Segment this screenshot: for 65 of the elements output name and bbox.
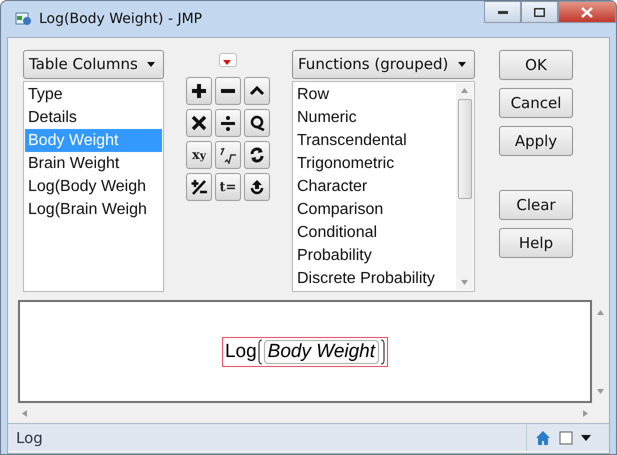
- dropdown-icon[interactable]: [581, 434, 591, 442]
- column-item[interactable]: Log(Brain Weigh: [25, 198, 162, 221]
- function-item[interactable]: Comparison: [294, 198, 456, 221]
- plusminus-button[interactable]: [186, 173, 212, 201]
- close-icon: [581, 6, 593, 18]
- cycle-icon: [250, 148, 264, 162]
- window-title: Log(Body Weight) - JMP: [39, 11, 202, 27]
- loop-button[interactable]: [244, 109, 270, 137]
- function-item[interactable]: Conditional: [294, 220, 456, 244]
- caret-icon: [147, 62, 155, 67]
- app-icon: [15, 11, 33, 27]
- dialog-button[interactable]: Cancel: [499, 88, 573, 118]
- minimize-button[interactable]: [484, 1, 521, 23]
- status-text: Log: [16, 428, 44, 446]
- caret-button[interactable]: [244, 77, 270, 105]
- dialog-button[interactable]: Help: [499, 228, 573, 258]
- cycle-button[interactable]: [244, 141, 270, 169]
- column-item[interactable]: Details: [25, 106, 162, 129]
- divide-icon: [221, 116, 235, 131]
- minus-button[interactable]: [215, 77, 241, 105]
- function-name: Log: [224, 340, 257, 362]
- minus-icon: [221, 89, 235, 93]
- scrollbar[interactable]: [456, 82, 473, 290]
- minimize-icon: [498, 10, 508, 14]
- root-button[interactable]: [215, 141, 241, 169]
- times-button[interactable]: [186, 109, 212, 137]
- function-item[interactable]: Trigonometric: [294, 152, 456, 175]
- function-item[interactable]: Character: [294, 174, 456, 198]
- menu-button[interactable]: [219, 53, 237, 67]
- scroll-arrow-icon[interactable]: [461, 88, 468, 94]
- dialog-button[interactable]: Apply: [499, 126, 573, 156]
- bracket-icon: [380, 338, 386, 364]
- checkbox-icon[interactable]: [559, 430, 573, 444]
- column-item[interactable]: Type: [25, 82, 162, 106]
- home-icon[interactable]: [535, 430, 551, 446]
- root-icon: [220, 147, 237, 164]
- function-item[interactable]: Discrete Probability: [294, 266, 456, 290]
- function-item[interactable]: Transcendental: [294, 128, 456, 152]
- columns-dropdown[interactable]: Table Columns: [23, 50, 164, 79]
- argument-field[interactable]: Body Weight: [264, 340, 380, 364]
- divide-button[interactable]: [215, 109, 241, 137]
- function-item[interactable]: Probability: [294, 244, 456, 267]
- maximize-icon: [534, 8, 545, 16]
- plus-button[interactable]: [186, 77, 212, 105]
- caret-icon: [223, 60, 231, 65]
- caret-icon: [250, 86, 264, 96]
- formula-editor[interactable]: Log Body Weight: [18, 300, 592, 403]
- column-item[interactable]: Log(Body Weigh: [25, 174, 162, 198]
- dialog-button[interactable]: Clear: [499, 190, 573, 220]
- caret-icon: [458, 62, 466, 67]
- function-item[interactable]: Row: [294, 82, 456, 106]
- maximize-button[interactable]: [521, 1, 558, 23]
- close-button[interactable]: [558, 1, 616, 23]
- times-icon: [191, 115, 207, 131]
- plusminus-icon: [190, 178, 208, 196]
- column-item[interactable]: Brain Weight: [25, 152, 162, 175]
- dialog-button[interactable]: OK: [499, 50, 573, 80]
- functions-dropdown[interactable]: Functions (grouped): [292, 50, 475, 79]
- scroll-arrow-icon[interactable]: [461, 280, 468, 284]
- function-item[interactable]: Numeric: [294, 106, 456, 129]
- bracket-icon: [258, 338, 263, 364]
- plus-icon: [192, 84, 206, 98]
- keypad-button[interactable]: t=: [215, 173, 241, 201]
- loop-icon: [250, 116, 264, 132]
- formula-expression[interactable]: Log Body Weight: [222, 336, 388, 366]
